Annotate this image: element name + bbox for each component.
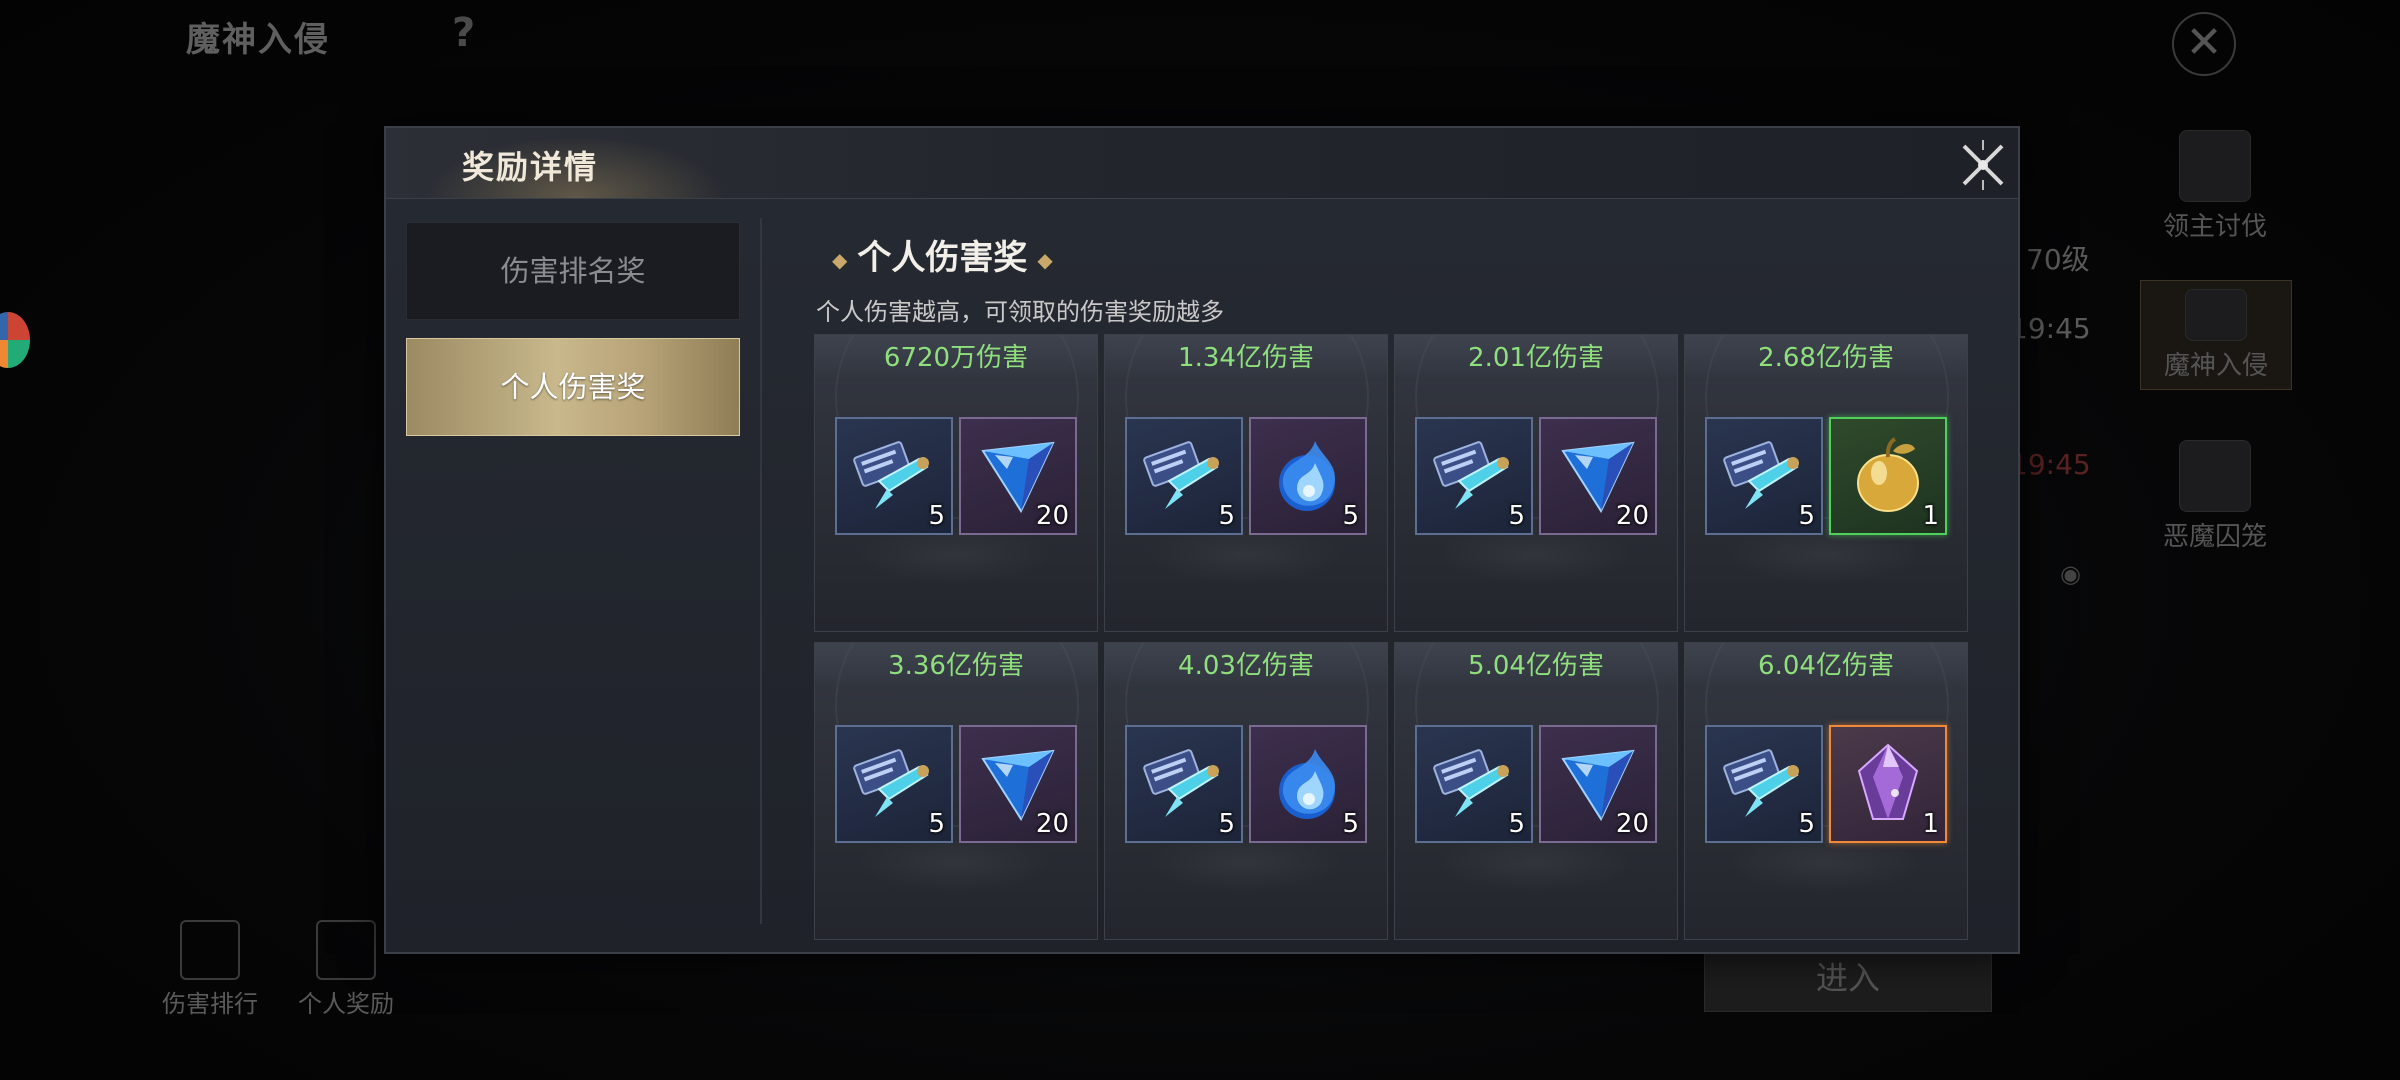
item-quantity: 5 bbox=[1798, 501, 1815, 531]
close-icon bbox=[1962, 140, 2004, 190]
cage-demon-icon bbox=[2179, 440, 2251, 512]
item-quantity: 5 bbox=[1218, 501, 1235, 531]
item-quantity: 20 bbox=[1615, 501, 1649, 531]
section-description: 个人伤害越高，可领取的伤害奖励越多 bbox=[816, 298, 1224, 326]
chest-icon bbox=[316, 920, 376, 980]
bg-side-label: 魔神入侵 bbox=[2163, 351, 2268, 381]
bg-help-icon[interactable]: ? bbox=[452, 10, 475, 56]
bg-bottom-label: 个人奖励 bbox=[298, 990, 394, 1018]
reward-item-slot[interactable]: 5 bbox=[1415, 417, 1533, 535]
item-quantity: 20 bbox=[1615, 809, 1649, 839]
bg-bottom-label: 伤害排行 bbox=[162, 990, 258, 1018]
item-quantity: 5 bbox=[1342, 809, 1359, 839]
bg-side-item-cage[interactable]: 恶魔囚笼 bbox=[2140, 440, 2290, 553]
item-quantity: 20 bbox=[1035, 809, 1069, 839]
modal-header: 奖励详情 bbox=[386, 128, 2018, 199]
reward-item-slot[interactable]: 1 bbox=[1829, 725, 1947, 843]
bg-side-label: 恶魔囚笼 bbox=[2162, 522, 2267, 552]
bg-page-title: 魔神入侵 bbox=[186, 20, 330, 60]
reward-item-slot[interactable]: 5 bbox=[835, 725, 953, 843]
reward-item-slot[interactable]: 5 bbox=[1125, 725, 1243, 843]
bg-enter-button[interactable]: 进入 bbox=[1704, 944, 1992, 1012]
section-title-text: 个人伤害奖 bbox=[857, 238, 1028, 278]
item-quantity: 5 bbox=[1218, 809, 1235, 839]
reward-card: 2.68亿伤害 5 1 bbox=[1684, 334, 1968, 632]
shield-rank-icon bbox=[180, 920, 240, 980]
damage-threshold-label: 6.04亿伤害 bbox=[1685, 643, 1967, 689]
damage-threshold-label: 2.68亿伤害 bbox=[1685, 335, 1967, 381]
bg-time-text-red: 19:45 bbox=[2010, 448, 2091, 481]
item-quantity: 5 bbox=[1342, 501, 1359, 531]
reward-item-slot[interactable]: 20 bbox=[1539, 417, 1657, 535]
tab-damage-rank-reward[interactable]: 伤害排名奖 bbox=[406, 222, 740, 320]
damage-threshold-label: 1.34亿伤害 bbox=[1105, 335, 1387, 381]
bg-damage-rank-button[interactable]: 伤害排行 bbox=[150, 920, 270, 1019]
demon-skull-icon bbox=[2185, 289, 2247, 341]
item-quantity: 5 bbox=[928, 501, 945, 531]
reward-item-slot[interactable]: 5 bbox=[1415, 725, 1533, 843]
item-quantity: 5 bbox=[1798, 809, 1815, 839]
damage-threshold-label: 4.03亿伤害 bbox=[1105, 643, 1387, 689]
item-quantity: 5 bbox=[928, 809, 945, 839]
diamond-bullet-icon: ◆ bbox=[832, 247, 848, 272]
modal-title: 奖励详情 bbox=[462, 148, 599, 186]
reward-card: 2.01亿伤害 5 20 bbox=[1394, 334, 1678, 632]
bg-time-text: 19:45 bbox=[2010, 312, 2091, 345]
reward-item-slot[interactable]: 5 bbox=[1705, 725, 1823, 843]
damage-threshold-label: 6720万伤害 bbox=[815, 335, 1097, 381]
bg-side-item-demon[interactable]: 魔神入侵 bbox=[2140, 280, 2292, 390]
reward-card: 6.04亿伤害 5 1 bbox=[1684, 642, 1968, 940]
damage-threshold-label: 2.01亿伤害 bbox=[1395, 335, 1677, 381]
eye-icon[interactable]: ◉ bbox=[2060, 560, 2081, 588]
item-quantity: 5 bbox=[1508, 501, 1525, 531]
reward-card: 4.03亿伤害 5 5 bbox=[1104, 642, 1388, 940]
reward-details-modal: 奖励详情 伤害排名奖 个人伤害奖 ◆ 个人伤害奖 ◆ 个人伤害越高，可领取的伤害奖励… bbox=[384, 126, 2020, 954]
section-title: ◆ 个人伤害奖 ◆ bbox=[822, 230, 1063, 279]
item-quantity: 1 bbox=[1922, 501, 1939, 531]
horned-helmet-icon bbox=[2179, 130, 2251, 202]
reward-card: 5.04亿伤害 5 20 bbox=[1394, 642, 1678, 940]
bg-side-label: 领主讨伐 bbox=[2162, 212, 2267, 242]
reward-item-slot[interactable]: 5 bbox=[1705, 417, 1823, 535]
damage-threshold-label: 3.36亿伤害 bbox=[815, 643, 1097, 689]
floating-ball-icon[interactable] bbox=[0, 312, 30, 368]
item-quantity: 5 bbox=[1508, 809, 1525, 839]
reward-item-slot[interactable]: 5 bbox=[1249, 725, 1367, 843]
item-quantity: 20 bbox=[1035, 501, 1069, 531]
reward-item-slot[interactable]: 20 bbox=[959, 417, 1077, 535]
reward-card: 1.34亿伤害 5 5 bbox=[1104, 334, 1388, 632]
reward-item-slot[interactable]: 5 bbox=[1125, 417, 1243, 535]
bg-level-text: 70级 bbox=[2026, 243, 2090, 276]
bg-close-icon[interactable]: ✕ bbox=[2172, 12, 2236, 76]
divider bbox=[760, 218, 762, 924]
reward-item-slot[interactable]: 5 bbox=[835, 417, 953, 535]
tab-personal-damage-reward[interactable]: 个人伤害奖 bbox=[406, 338, 740, 436]
damage-threshold-label: 5.04亿伤害 bbox=[1395, 643, 1677, 689]
close-button[interactable] bbox=[1956, 138, 2010, 192]
reward-item-slot[interactable]: 20 bbox=[959, 725, 1077, 843]
reward-card: 3.36亿伤害 5 20 bbox=[814, 642, 1098, 940]
reward-item-slot[interactable]: 5 bbox=[1249, 417, 1367, 535]
item-quantity: 1 bbox=[1922, 809, 1939, 839]
reward-card: 6720万伤害 5 20 bbox=[814, 334, 1098, 632]
diamond-bullet-icon: ◆ bbox=[1037, 247, 1053, 272]
reward-item-slot[interactable]: 1 bbox=[1829, 417, 1947, 535]
bg-side-item-lord[interactable]: 领主讨伐 bbox=[2140, 130, 2290, 243]
reward-item-slot[interactable]: 20 bbox=[1539, 725, 1657, 843]
